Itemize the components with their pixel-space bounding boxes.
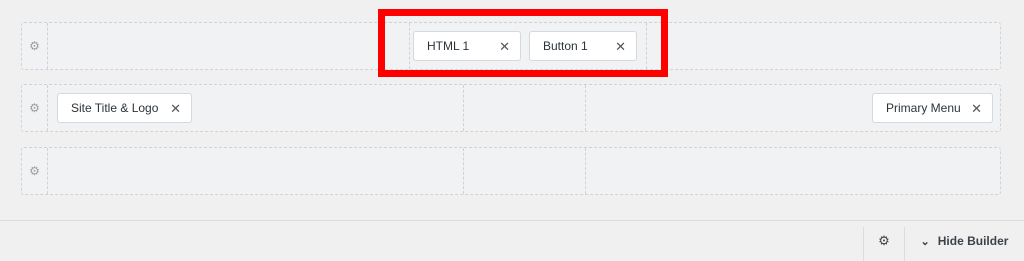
builder-item-label: Site Title & Logo xyxy=(71,101,159,115)
remove-item-close-icon[interactable]: ✕ xyxy=(499,40,510,53)
remove-item-close-icon[interactable]: ✕ xyxy=(615,40,626,53)
builder-item-label: HTML 1 xyxy=(427,39,470,53)
header-builder-main-row[interactable]: ⚙ Site Title & Logo ✕ Primary Menu ✕ xyxy=(21,84,1001,132)
builder-item-primary-menu[interactable]: Primary Menu ✕ xyxy=(872,93,993,123)
header-builder-top-row[interactable]: ⚙ HTML 1 ✕ Button 1 ✕ xyxy=(21,22,1001,70)
chevron-down-icon: ⌄ xyxy=(920,235,930,248)
footer-settings-gear-icon[interactable]: ⚙ xyxy=(865,221,903,261)
builder-item-label: Primary Menu xyxy=(886,101,961,115)
row-settings-gear-icon[interactable]: ⚙ xyxy=(22,148,48,194)
row-settings-gear-icon[interactable]: ⚙ xyxy=(22,23,48,69)
row-settings-gear-icon[interactable]: ⚙ xyxy=(22,85,48,131)
builder-footer-bar: ⚙ ⌄ Hide Builder xyxy=(0,220,1024,261)
builder-item-button-1[interactable]: Button 1 ✕ xyxy=(529,31,637,61)
remove-item-close-icon[interactable]: ✕ xyxy=(170,102,181,115)
column-divider xyxy=(585,85,586,131)
column-divider xyxy=(409,23,410,69)
column-divider xyxy=(463,85,464,131)
builder-item-label: Button 1 xyxy=(543,39,588,53)
column-divider xyxy=(463,148,464,194)
hide-builder-button[interactable]: ⌄ Hide Builder xyxy=(905,221,1024,261)
remove-item-close-icon[interactable]: ✕ xyxy=(971,102,982,115)
hide-builder-label: Hide Builder xyxy=(937,234,1009,248)
builder-item-html-1[interactable]: HTML 1 ✕ xyxy=(413,31,521,61)
header-builder-bottom-row[interactable]: ⚙ xyxy=(21,147,1001,195)
column-divider xyxy=(646,23,647,69)
builder-item-site-title-logo[interactable]: Site Title & Logo ✕ xyxy=(57,93,192,123)
footer-divider xyxy=(863,227,864,261)
column-divider xyxy=(585,148,586,194)
